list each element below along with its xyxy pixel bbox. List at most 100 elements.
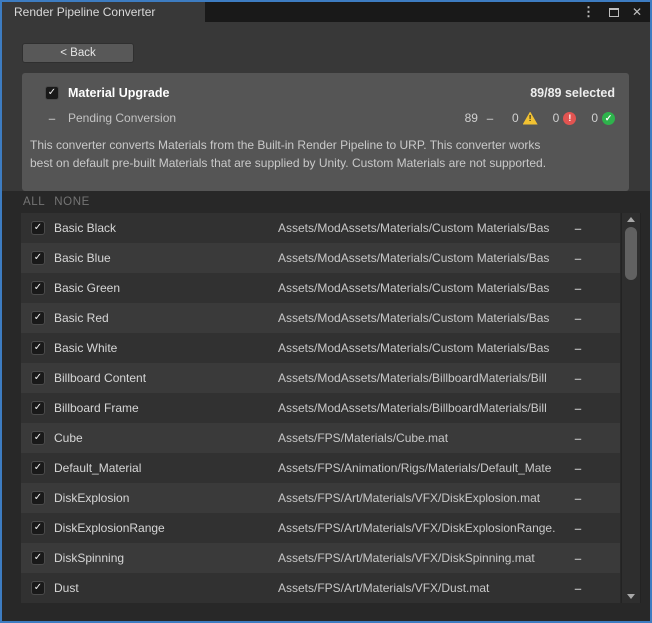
row-checkbox[interactable]: ✓ — [31, 221, 45, 235]
item-path: Assets/ModAssets/Materials/BillboardMate… — [278, 401, 566, 415]
material-row[interactable]: ✓ Basic Red Assets/ModAssets/Materials/C… — [21, 303, 620, 333]
check-icon: ✓ — [34, 523, 42, 533]
scrollbar[interactable] — [621, 213, 641, 603]
item-name: Basic Red — [54, 311, 278, 325]
maximize-icon[interactable] — [609, 8, 619, 17]
scroll-up-icon[interactable] — [627, 217, 635, 222]
pending-count-dash-icon: – — [483, 112, 497, 125]
pending-dash-icon: – — [45, 112, 59, 125]
item-name: Billboard Content — [54, 371, 278, 385]
material-row[interactable]: ✓ Billboard Content Assets/ModAssets/Mat… — [21, 363, 620, 393]
back-button[interactable]: < Back — [22, 43, 134, 63]
select-none-button[interactable]: NONE — [54, 196, 90, 208]
material-row[interactable]: ✓ Default_Material Assets/FPS/Animation/… — [21, 453, 620, 483]
material-list: ✓ Basic Black Assets/ModAssets/Materials… — [21, 213, 620, 603]
title-bar: Render Pipeline Converter ⋮ ✕ — [2, 2, 650, 22]
material-row[interactable]: ✓ Dust Assets/FPS/Art/Materials/VFX/Dust… — [21, 573, 620, 603]
maximize-glyph — [609, 8, 619, 17]
error-count: 0 — [553, 111, 560, 125]
item-path: Assets/FPS/Art/Materials/VFX/DiskExplosi… — [278, 491, 566, 505]
list-header: ALL NONE — [23, 196, 90, 208]
item-name: Basic Black — [54, 221, 278, 235]
row-checkbox[interactable]: ✓ — [31, 401, 45, 415]
item-path: Assets/ModAssets/Materials/Custom Materi… — [278, 221, 566, 235]
material-row[interactable]: ✓ Cube Assets/FPS/Materials/Cube.mat – — [21, 423, 620, 453]
success-icon — [602, 112, 615, 125]
check-icon: ✓ — [34, 313, 42, 323]
description-line-1: This converter converts Materials from t… — [30, 136, 619, 154]
check-icon: ✓ — [34, 283, 42, 293]
material-row[interactable]: ✓ Basic Blue Assets/ModAssets/Materials/… — [21, 243, 620, 273]
row-checkbox[interactable]: ✓ — [31, 581, 45, 595]
row-checkbox[interactable]: ✓ — [31, 431, 45, 445]
row-checkbox[interactable]: ✓ — [31, 341, 45, 355]
row-status-dash-icon: – — [566, 401, 590, 416]
select-all-button[interactable]: ALL — [23, 196, 45, 208]
row-status-dash-icon: – — [566, 341, 590, 356]
status-counts: 89 – 0 0 0 — [465, 111, 615, 125]
row-checkbox[interactable]: ✓ — [31, 491, 45, 505]
scrollbar-thumb[interactable] — [625, 227, 637, 280]
row-status-dash-icon: – — [566, 491, 590, 506]
converter-header-row: ✓ Material Upgrade 89/89 selected — [22, 73, 629, 100]
item-name: DiskExplosion — [54, 491, 278, 505]
row-checkbox[interactable]: ✓ — [31, 551, 45, 565]
item-name: Default_Material — [54, 461, 278, 475]
row-checkbox[interactable]: ✓ — [31, 251, 45, 265]
check-icon: ✓ — [34, 583, 42, 593]
item-name: DiskSpinning — [54, 551, 278, 565]
material-row[interactable]: ✓ Billboard Frame Assets/ModAssets/Mater… — [21, 393, 620, 423]
row-status-dash-icon: – — [566, 431, 590, 446]
material-list-section: ALL NONE ✓ Basic Black Assets/ModAssets/… — [2, 191, 650, 621]
warning-count: 0 — [512, 111, 519, 125]
item-path: Assets/FPS/Materials/Cube.mat — [278, 431, 566, 445]
item-path: Assets/ModAssets/Materials/Custom Materi… — [278, 341, 566, 355]
row-status-dash-icon: – — [566, 581, 590, 596]
item-path: Assets/ModAssets/Materials/Custom Materi… — [278, 281, 566, 295]
render-pipeline-converter-window: Render Pipeline Converter ⋮ ✕ < Back ✓ M… — [0, 0, 652, 623]
material-row[interactable]: ✓ Basic Black Assets/ModAssets/Materials… — [21, 213, 620, 243]
row-checkbox[interactable]: ✓ — [31, 461, 45, 475]
material-row[interactable]: ✓ DiskSpinning Assets/FPS/Art/Materials/… — [21, 543, 620, 573]
kebab-menu-icon[interactable]: ⋮ — [582, 4, 596, 20]
converter-status-row[interactable]: – Pending Conversion 89 – 0 0 0 — [22, 100, 629, 125]
material-row[interactable]: ✓ Basic White Assets/ModAssets/Materials… — [21, 333, 620, 363]
material-row[interactable]: ✓ Basic Green Assets/ModAssets/Materials… — [21, 273, 620, 303]
window-tab[interactable]: Render Pipeline Converter — [2, 2, 205, 22]
item-path: Assets/ModAssets/Materials/Custom Materi… — [278, 311, 566, 325]
check-icon: ✓ — [34, 463, 42, 473]
check-icon: ✓ — [34, 253, 42, 263]
warning-icon — [523, 112, 538, 125]
check-icon: ✓ — [34, 493, 42, 503]
toolbar: < Back — [2, 22, 650, 73]
item-path: Assets/ModAssets/Materials/Custom Materi… — [278, 251, 566, 265]
row-checkbox[interactable]: ✓ — [31, 281, 45, 295]
row-status-dash-icon: – — [566, 371, 590, 386]
row-status-dash-icon: – — [566, 521, 590, 536]
check-icon: ✓ — [48, 88, 56, 98]
row-checkbox[interactable]: ✓ — [31, 521, 45, 535]
converter-checkbox[interactable]: ✓ — [45, 86, 59, 100]
row-checkbox[interactable]: ✓ — [31, 371, 45, 385]
item-name: Basic Green — [54, 281, 278, 295]
row-status-dash-icon: – — [566, 461, 590, 476]
check-icon: ✓ — [34, 553, 42, 563]
pending-count: 89 — [465, 111, 478, 125]
item-name: Billboard Frame — [54, 401, 278, 415]
scroll-down-icon[interactable] — [627, 594, 635, 599]
item-path: Assets/FPS/Animation/Rigs/Materials/Defa… — [278, 461, 566, 475]
item-name: DiskExplosionRange — [54, 521, 278, 535]
item-path: Assets/FPS/Art/Materials/VFX/Dust.mat — [278, 581, 566, 595]
material-row[interactable]: ✓ DiskExplosionRange Assets/FPS/Art/Mate… — [21, 513, 620, 543]
row-status-dash-icon: – — [566, 311, 590, 326]
success-count: 0 — [591, 111, 598, 125]
row-checkbox[interactable]: ✓ — [31, 311, 45, 325]
item-name: Basic Blue — [54, 251, 278, 265]
item-name: Cube — [54, 431, 278, 445]
check-icon: ✓ — [34, 373, 42, 383]
check-icon: ✓ — [34, 343, 42, 353]
check-icon: ✓ — [34, 223, 42, 233]
row-status-dash-icon: – — [566, 281, 590, 296]
material-row[interactable]: ✓ DiskExplosion Assets/FPS/Art/Materials… — [21, 483, 620, 513]
close-icon[interactable]: ✕ — [632, 5, 642, 19]
